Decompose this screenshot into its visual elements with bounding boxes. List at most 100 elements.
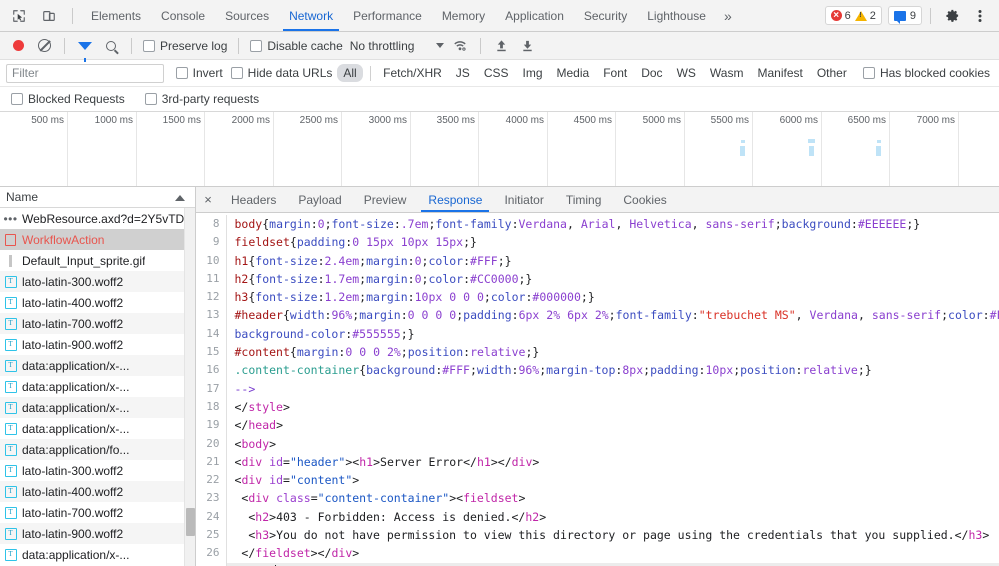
filter-type-other[interactable]: Other xyxy=(811,64,853,82)
filter-toggle-button[interactable] xyxy=(73,35,97,62)
request-row[interactable]: Tlato-latin-300.woff2 xyxy=(0,460,195,481)
request-row[interactable]: Tlato-latin-400.woff2 xyxy=(0,292,195,313)
code-line-content[interactable]: h1{font-size:2.4em;margin:0;color:#FFF;} xyxy=(226,252,999,270)
tab-label: Console xyxy=(161,8,206,23)
preserve-log-checkbox[interactable]: Preserve log xyxy=(140,39,230,53)
code-line-content[interactable]: background-color:#555555;} xyxy=(226,325,999,343)
code-line-content[interactable]: #header{width:96%;margin:0 0 0 0;padding… xyxy=(226,306,999,324)
filter-type-js[interactable]: JS xyxy=(450,64,476,82)
filter-type-fetch-xhr[interactable]: Fetch/XHR xyxy=(377,64,448,82)
tab-security[interactable]: Security xyxy=(574,0,637,31)
tab-payload[interactable]: Payload xyxy=(287,187,352,212)
code-line-content[interactable]: h2{font-size:1.7em;margin:0;color:#CC000… xyxy=(226,270,999,288)
request-row[interactable]: Tlato-latin-900.woff2 xyxy=(0,523,195,544)
gear-icon[interactable] xyxy=(939,3,965,29)
blocked-requests-checkbox[interactable]: Blocked Requests xyxy=(8,92,128,106)
filter-type-css[interactable]: CSS xyxy=(478,64,515,82)
request-row[interactable]: Tlato-latin-400.woff2 xyxy=(0,481,195,502)
tab-application[interactable]: Application xyxy=(495,0,574,31)
code-line-content[interactable]: </style> xyxy=(226,398,999,416)
tab-preview[interactable]: Preview xyxy=(353,187,418,212)
tab-response[interactable]: Response xyxy=(417,187,493,212)
code-line-content[interactable]: <div id="header"><h1>Server Error</h1></… xyxy=(226,453,999,471)
issues-counter[interactable]: 6 2 xyxy=(824,6,882,25)
code-line-content[interactable]: <h2>403 - Forbidden: Access is denied.</… xyxy=(226,508,999,526)
tab-initiator[interactable]: Initiator xyxy=(493,187,554,212)
request-row[interactable]: Tdata:application/x-... xyxy=(0,544,195,565)
code-line-content[interactable]: </fieldset></div> xyxy=(226,544,999,562)
code-line-content[interactable]: <div class="content-container"><fieldset… xyxy=(226,489,999,507)
filter-type-media[interactable]: Media xyxy=(551,64,596,82)
tab-memory[interactable]: Memory xyxy=(432,0,495,31)
more-options-icon[interactable] xyxy=(967,3,993,29)
code-line-content[interactable]: <h3>You do not have permission to view t… xyxy=(226,526,999,544)
request-row[interactable]: Tdata:application/fo... xyxy=(0,439,195,460)
request-row[interactable]: Tlato-latin-700.woff2 xyxy=(0,313,195,334)
code-token: 8px xyxy=(622,363,644,378)
request-row[interactable]: Tlato-latin-300.woff2 xyxy=(0,271,195,292)
requests-column-header-name[interactable]: Name xyxy=(0,187,195,208)
inspect-element-icon[interactable] xyxy=(6,3,32,29)
requests-list[interactable]: ••• WebResource.axd?d=2Y5vTDI WorkflowActi… xyxy=(0,208,195,566)
throttling-select[interactable]: No throttling xyxy=(348,39,447,53)
tab-lighthouse[interactable]: Lighthouse xyxy=(637,0,716,31)
clear-button[interactable] xyxy=(32,35,56,57)
request-row[interactable]: Tlato-latin-700.woff2 xyxy=(0,502,195,523)
code-line-content[interactable]: fieldset{padding:0 15px 10px 15px;} xyxy=(226,233,999,251)
tab-headers[interactable]: Headers xyxy=(220,187,287,212)
third-party-requests-checkbox[interactable]: 3rd-party requests xyxy=(142,92,262,106)
request-row[interactable]: Tlato-latin-900.woff2 xyxy=(0,334,195,355)
request-row[interactable]: Tdata:application/x-... xyxy=(0,376,195,397)
filter-type-img[interactable]: Img xyxy=(517,64,549,82)
image-glyph xyxy=(9,254,12,267)
request-row[interactable]: ••• WebResource.axd?d=2Y5vTDI xyxy=(0,208,195,229)
filter-type-manifest[interactable]: Manifest xyxy=(751,64,808,82)
import-har-button[interactable] xyxy=(489,35,513,57)
tab-elements[interactable]: Elements xyxy=(81,0,151,31)
request-row[interactable]: Tdata:application/x-... xyxy=(0,355,195,376)
invert-checkbox[interactable]: Invert xyxy=(173,66,226,80)
code-line-content[interactable]: #content{margin:0 0 0 2%;position:relati… xyxy=(226,343,999,361)
filter-type-font[interactable]: Font xyxy=(597,64,633,82)
scrollbar-thumb[interactable] xyxy=(186,508,195,536)
code-line-content[interactable]: body{margin:0;font-size:.7em;font-family… xyxy=(226,215,999,233)
close-detail-icon[interactable]: × xyxy=(196,187,220,212)
code-line-content[interactable]: </div> xyxy=(226,562,999,566)
network-overview-timeline[interactable]: 500 ms 1000 ms 1500 ms 2000 ms 2500 ms 3000 m… xyxy=(0,112,999,187)
tab-network[interactable]: Network xyxy=(279,0,343,31)
disable-cache-checkbox[interactable]: Disable cache xyxy=(247,39,345,53)
network-conditions-button[interactable] xyxy=(448,35,472,57)
has-blocked-cookies-checkbox[interactable]: Has blocked cookies xyxy=(860,66,993,80)
search-button[interactable] xyxy=(99,35,123,57)
tab-performance[interactable]: Performance xyxy=(343,0,432,31)
more-tabs-button[interactable]: » xyxy=(716,0,740,31)
code-line-content[interactable]: <div id="content"> xyxy=(226,471,999,489)
filter-type-ws[interactable]: WS xyxy=(671,64,702,82)
code-token: position xyxy=(407,345,464,360)
device-toolbar-icon[interactable] xyxy=(36,3,62,29)
filter-input[interactable] xyxy=(6,63,164,83)
filter-type-all[interactable]: All xyxy=(337,64,363,82)
record-icon xyxy=(12,40,24,51)
tab-sources[interactable]: Sources xyxy=(215,0,279,31)
requests-scrollbar[interactable] xyxy=(184,208,195,566)
filter-type-wasm[interactable]: Wasm xyxy=(704,64,750,82)
response-code-viewer[interactable]: 8 body{margin:0;font-size:.7em;font-famil… xyxy=(196,213,999,566)
filter-type-doc[interactable]: Doc xyxy=(635,64,668,82)
tab-cookies[interactable]: Cookies xyxy=(612,187,677,212)
code-line-content[interactable]: .content-container{background:#FFF;width… xyxy=(226,361,999,379)
tab-timing[interactable]: Timing xyxy=(555,187,613,212)
code-line-content[interactable]: --> xyxy=(226,380,999,398)
record-button[interactable] xyxy=(6,35,30,57)
request-row[interactable]: Tdata:application/x-... xyxy=(0,418,195,439)
tab-console[interactable]: Console xyxy=(151,0,215,31)
message-counter[interactable]: 9 xyxy=(887,6,922,25)
code-line-content[interactable]: </head> xyxy=(226,416,999,434)
request-row[interactable]: Tdata:application/x-... xyxy=(0,397,195,418)
export-har-button[interactable] xyxy=(515,35,539,57)
hide-data-urls-checkbox[interactable]: Hide data URLs xyxy=(228,66,336,80)
code-line-content[interactable]: <body> xyxy=(226,435,999,453)
request-row[interactable]: Default_Input_sprite.gif xyxy=(0,250,195,271)
code-line-content[interactable]: h3{font-size:1.2em;margin:10px 0 0 0;col… xyxy=(226,288,999,306)
request-row[interactable]: WorkflowAction xyxy=(0,229,195,250)
